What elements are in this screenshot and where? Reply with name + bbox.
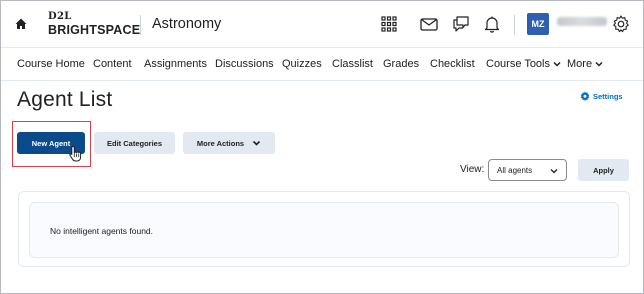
hand-pointer-icon [69,146,82,162]
view-selected-value: All agents [497,165,533,175]
gear-icon[interactable] [611,14,631,34]
empty-message: No intelligent agents found. [50,226,154,236]
chat-icon[interactable] [451,14,471,34]
nav-item-content[interactable]: Content [93,58,132,70]
course-navbar: Course Home Content Assignments Discussi… [1,48,643,80]
nav-item-more[interactable]: More [567,58,603,70]
nav-item-label: Discussions [215,58,274,70]
nav-item-course-home[interactable]: Course Home [17,58,85,70]
chevron-down-icon [550,169,558,174]
more-actions-button[interactable]: More Actions [183,132,275,154]
bell-icon[interactable] [482,14,502,34]
nav-item-label: More [567,58,593,70]
username-blurred[interactable] [557,17,607,26]
nav-item-quizzes[interactable]: Quizzes [282,58,322,70]
results-panel: No intelligent agents found. [18,191,630,267]
avatar[interactable]: MZ [527,13,549,35]
nav-item-label: Course Tools [486,58,550,70]
nav-item-label: Grades [383,58,420,70]
nav-item-grades[interactable]: Grades [383,58,419,70]
nav-item-label: Course Home [17,58,85,70]
nav-item-checklist[interactable]: Checklist [430,58,475,70]
page-title: Agent List [17,88,113,111]
view-select[interactable]: All agents [488,159,567,181]
nav-item-classlist[interactable]: Classlist [332,58,373,70]
settings-gear-icon [580,91,590,101]
waffle-grid-icon[interactable] [379,14,399,34]
settings-link[interactable]: Settings [580,91,623,101]
apply-button[interactable]: Apply [578,159,629,181]
settings-label: Settings [593,91,623,101]
home-icon[interactable] [14,17,28,31]
logo-brightspace: BRIGHTSPACE [48,23,141,37]
course-title[interactable]: Astronomy [152,16,221,32]
edit-categories-button[interactable]: Edit Categories [94,132,175,154]
brightspace-logo[interactable]: D2L BRIGHTSPACE [48,12,140,37]
nav-item-label: Checklist [430,58,475,70]
nav-item-course-tools[interactable]: Course Tools [486,58,561,70]
logo-d2l: D2L [48,11,72,22]
nav-item-assignments[interactable]: Assignments [144,58,207,70]
header-divider-right [514,15,515,35]
nav-item-label: Quizzes [282,58,322,70]
nav-item-label: Content [93,58,132,70]
chevron-down-icon [253,140,261,146]
mail-icon[interactable] [419,14,439,34]
navbar-separator [1,80,643,81]
view-label: View: [460,164,485,175]
nav-item-label: Classlist [332,58,373,70]
nav-item-label: Assignments [144,58,207,70]
nav-item-discussions[interactable]: Discussions [215,58,274,70]
app-window: D2L BRIGHTSPACE Astronomy MZ Course Home… [0,0,644,294]
empty-state: No intelligent agents found. [29,202,619,258]
chevron-down-icon [553,61,561,67]
more-actions-label: More Actions [196,138,245,148]
top-header: D2L BRIGHTSPACE Astronomy MZ [1,1,643,47]
header-divider [140,15,141,35]
chevron-down-icon [595,61,603,67]
